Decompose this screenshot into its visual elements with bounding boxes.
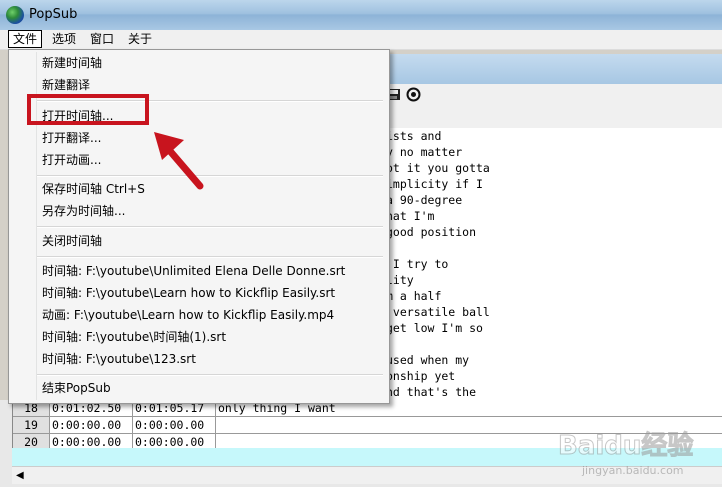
svg-text:Baidu经验: Baidu经验 bbox=[558, 430, 693, 461]
menu-item-new-translation[interactable]: 新建翻译 bbox=[42, 75, 90, 95]
menu-item-open-translation[interactable]: 打开翻译... bbox=[42, 128, 101, 148]
menu-separator bbox=[37, 256, 383, 258]
row-number: 19 bbox=[13, 417, 50, 433]
text-line: hat I'm bbox=[386, 209, 435, 223]
text-line: nd that's the bbox=[386, 385, 477, 399]
svg-text:jingyan.baidu.com: jingyan.baidu.com bbox=[581, 464, 684, 477]
menu-item-save-as-timeline[interactable]: 另存为时间轴... bbox=[42, 201, 125, 221]
column-header-strip bbox=[380, 106, 722, 129]
text-line: versatile ball bbox=[386, 305, 490, 319]
window-title: PopSub bbox=[29, 7, 78, 22]
text-line: y no matter bbox=[386, 145, 463, 159]
menu-file[interactable]: 文件 bbox=[8, 30, 43, 48]
text-line: lity bbox=[386, 273, 414, 287]
highlight-box bbox=[27, 94, 149, 125]
text-line: good position bbox=[386, 225, 477, 239]
menu-options[interactable]: 选项 bbox=[48, 31, 80, 47]
menu-about[interactable]: 关于 bbox=[124, 31, 156, 47]
start-time-cell[interactable]: 0:00:00.00 bbox=[50, 417, 133, 433]
pointer-arrow-icon bbox=[154, 132, 204, 190]
text-line: get low I'm so bbox=[386, 321, 483, 335]
record-icon[interactable] bbox=[406, 87, 421, 102]
menu-separator bbox=[37, 374, 383, 376]
app-globe-icon bbox=[6, 6, 24, 24]
text-line: implicity if I bbox=[386, 177, 483, 191]
text-line: I try to bbox=[386, 257, 449, 271]
scroll-left-arrow-icon[interactable]: ◀ bbox=[16, 470, 26, 481]
menu-item-recent-file-1[interactable]: 时间轴: F:\youtube\Unlimited Elena Delle Do… bbox=[42, 261, 345, 281]
menu-item-close-timeline[interactable]: 关闭时间轴 bbox=[42, 231, 102, 251]
title-bar: PopSub bbox=[0, 0, 722, 30]
subtitle-text-pane[interactable]: ists and y no matter ot it you gotta imp… bbox=[380, 128, 722, 400]
text-line: a 90-degree bbox=[386, 193, 463, 207]
menu-bar: 文件 选项 窗口 关于 bbox=[0, 30, 722, 50]
menu-item-new-timeline[interactable]: 新建时间轴 bbox=[42, 53, 102, 73]
text-line: m a half bbox=[386, 289, 442, 303]
menu-separator bbox=[37, 175, 383, 177]
menu-item-recent-file-5[interactable]: 时间轴: F:\youtube\123.srt bbox=[42, 349, 196, 369]
menu-item-recent-file-2[interactable]: 时间轴: F:\youtube\Learn how to Kickflip Ea… bbox=[42, 283, 335, 303]
menu-item-open-animation[interactable]: 打开动画... bbox=[42, 150, 101, 170]
text-line: onship yet bbox=[386, 369, 456, 383]
text-line: ists and bbox=[386, 129, 442, 143]
menu-item-exit[interactable]: 结束PopSub bbox=[42, 378, 111, 398]
text-line: ot it you gotta bbox=[386, 161, 490, 175]
menu-item-recent-file-3[interactable]: 动画: F:\youtube\Learn how to Kickflip Eas… bbox=[42, 305, 334, 325]
menu-separator bbox=[37, 226, 383, 228]
toolbar bbox=[380, 84, 722, 106]
menu-window[interactable]: 窗口 bbox=[86, 31, 118, 47]
text-line: used when my bbox=[386, 353, 470, 367]
end-time-cell[interactable]: 0:00:00.00 bbox=[133, 417, 216, 433]
child-window-titlebar bbox=[380, 54, 722, 84]
menu-item-save-timeline[interactable]: 保存时间轴 Ctrl+S bbox=[42, 179, 145, 199]
menu-item-recent-file-4[interactable]: 时间轴: F:\youtube\时间轴(1).srt bbox=[42, 327, 226, 347]
baidu-watermark-logo: Baidu经验 jingyan.baidu.com bbox=[558, 430, 694, 478]
